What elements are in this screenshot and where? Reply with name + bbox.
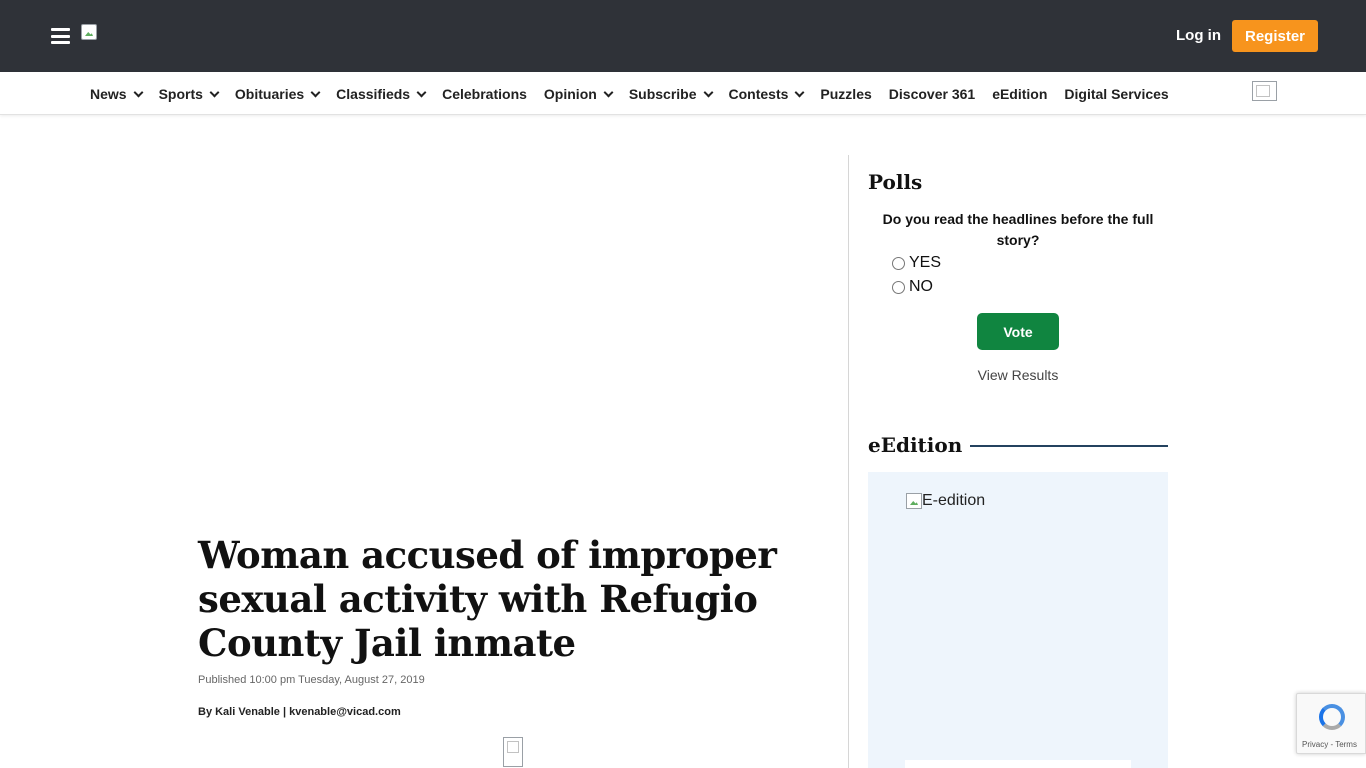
article-image <box>503 737 523 767</box>
broken-image-icon <box>906 493 922 509</box>
nav-item-label: Classifieds <box>336 85 411 102</box>
nav-item-subscribe[interactable]: Subscribe <box>628 85 713 102</box>
poll-question: Do you read the headlines before the ful… <box>882 211 1154 248</box>
nav-item-label: Obituaries <box>234 85 305 102</box>
nav-image[interactable] <box>1252 81 1277 101</box>
nav-item-puzzles[interactable]: Puzzles <box>820 86 871 102</box>
chevron-down-icon[interactable] <box>794 87 805 97</box>
nav-item-label: eEdition <box>992 85 1048 102</box>
nav-item-celebrations[interactable]: Celebrations <box>442 86 527 102</box>
nav-item-label: Contests <box>728 85 789 102</box>
nav-item-sports[interactable]: Sports <box>158 85 220 102</box>
poll-option-no[interactable]: NO <box>892 278 933 296</box>
eedition-panel <box>868 472 1168 768</box>
poll-option-label: YES <box>909 254 942 271</box>
login-link[interactable]: Log in <box>1176 27 1221 44</box>
chevron-down-icon[interactable] <box>310 87 321 97</box>
nav-item-label: Celebrations <box>442 85 527 102</box>
eedition-title-rule <box>970 445 1168 447</box>
nav-item-eedition[interactable]: eEdition <box>992 86 1047 102</box>
main-nav: News Sports Obituaries Classifieds Celebrati… <box>0 72 1366 115</box>
publish-date: Published 10:00 pm Tuesday, August 27, 2… <box>198 674 425 686</box>
radio-button[interactable] <box>892 256 905 270</box>
eedition-cover-edge <box>905 760 1131 768</box>
nav-item-label: Puzzles <box>820 85 872 102</box>
nav-item-discover-361[interactable]: Discover 361 <box>889 86 975 102</box>
menu-icon[interactable] <box>51 28 70 44</box>
recaptcha-badge[interactable]: Privacy - Terms <box>1296 693 1366 754</box>
chevron-down-icon[interactable] <box>416 87 427 97</box>
poll-option-label: NO <box>909 278 933 295</box>
chevron-down-icon[interactable] <box>603 87 614 97</box>
chevron-down-icon[interactable] <box>703 87 713 97</box>
nav-list: News Sports Obituaries Classifieds Celebrati… <box>90 72 1186 115</box>
radio-button[interactable] <box>892 280 905 294</box>
nav-item-label: Opinion <box>543 85 597 102</box>
nav-item-label: Discover 361 <box>888 85 976 102</box>
polls-title: Polls <box>868 170 923 194</box>
poll-option-yes[interactable]: YES <box>892 254 941 272</box>
nav-item-contests[interactable]: Contests <box>728 85 805 102</box>
chevron-down-icon[interactable] <box>209 87 220 97</box>
nav-item-opinion[interactable]: Opinion <box>543 85 614 102</box>
nav-item-label: News <box>90 85 127 102</box>
nav-item-news[interactable]: News <box>90 85 144 102</box>
article-byline: By Kali Venable | kvenable@vicad.com <box>198 706 401 718</box>
chevron-down-icon[interactable] <box>133 87 144 97</box>
nav-item-classifieds[interactable]: Classifieds <box>336 85 427 102</box>
recaptcha-icon <box>1319 704 1345 730</box>
article-headline: Woman accused of improper sexual activit… <box>198 533 777 665</box>
register-button[interactable]: Register <box>1232 20 1318 52</box>
recaptcha-links[interactable]: Privacy - Terms <box>1302 740 1357 749</box>
site-logo[interactable] <box>81 24 97 40</box>
nav-item-digital-services[interactable]: Digital Services <box>1064 86 1168 102</box>
nav-item-obituaries[interactable]: Obituaries <box>234 85 321 102</box>
eedition-image-alt: E-edition <box>922 492 986 509</box>
nav-item-label: Digital Services <box>1064 85 1169 102</box>
view-results-link[interactable]: View Results <box>868 367 1168 383</box>
eedition-title: eEdition <box>868 433 963 457</box>
nav-item-label: Subscribe <box>628 85 697 102</box>
sidebar-divider <box>848 155 849 768</box>
vote-button[interactable]: Vote <box>977 313 1059 350</box>
top-header: Log in Register <box>0 0 1366 72</box>
eedition-image[interactable]: E-edition <box>906 492 985 510</box>
nav-item-label: Sports <box>158 85 203 102</box>
